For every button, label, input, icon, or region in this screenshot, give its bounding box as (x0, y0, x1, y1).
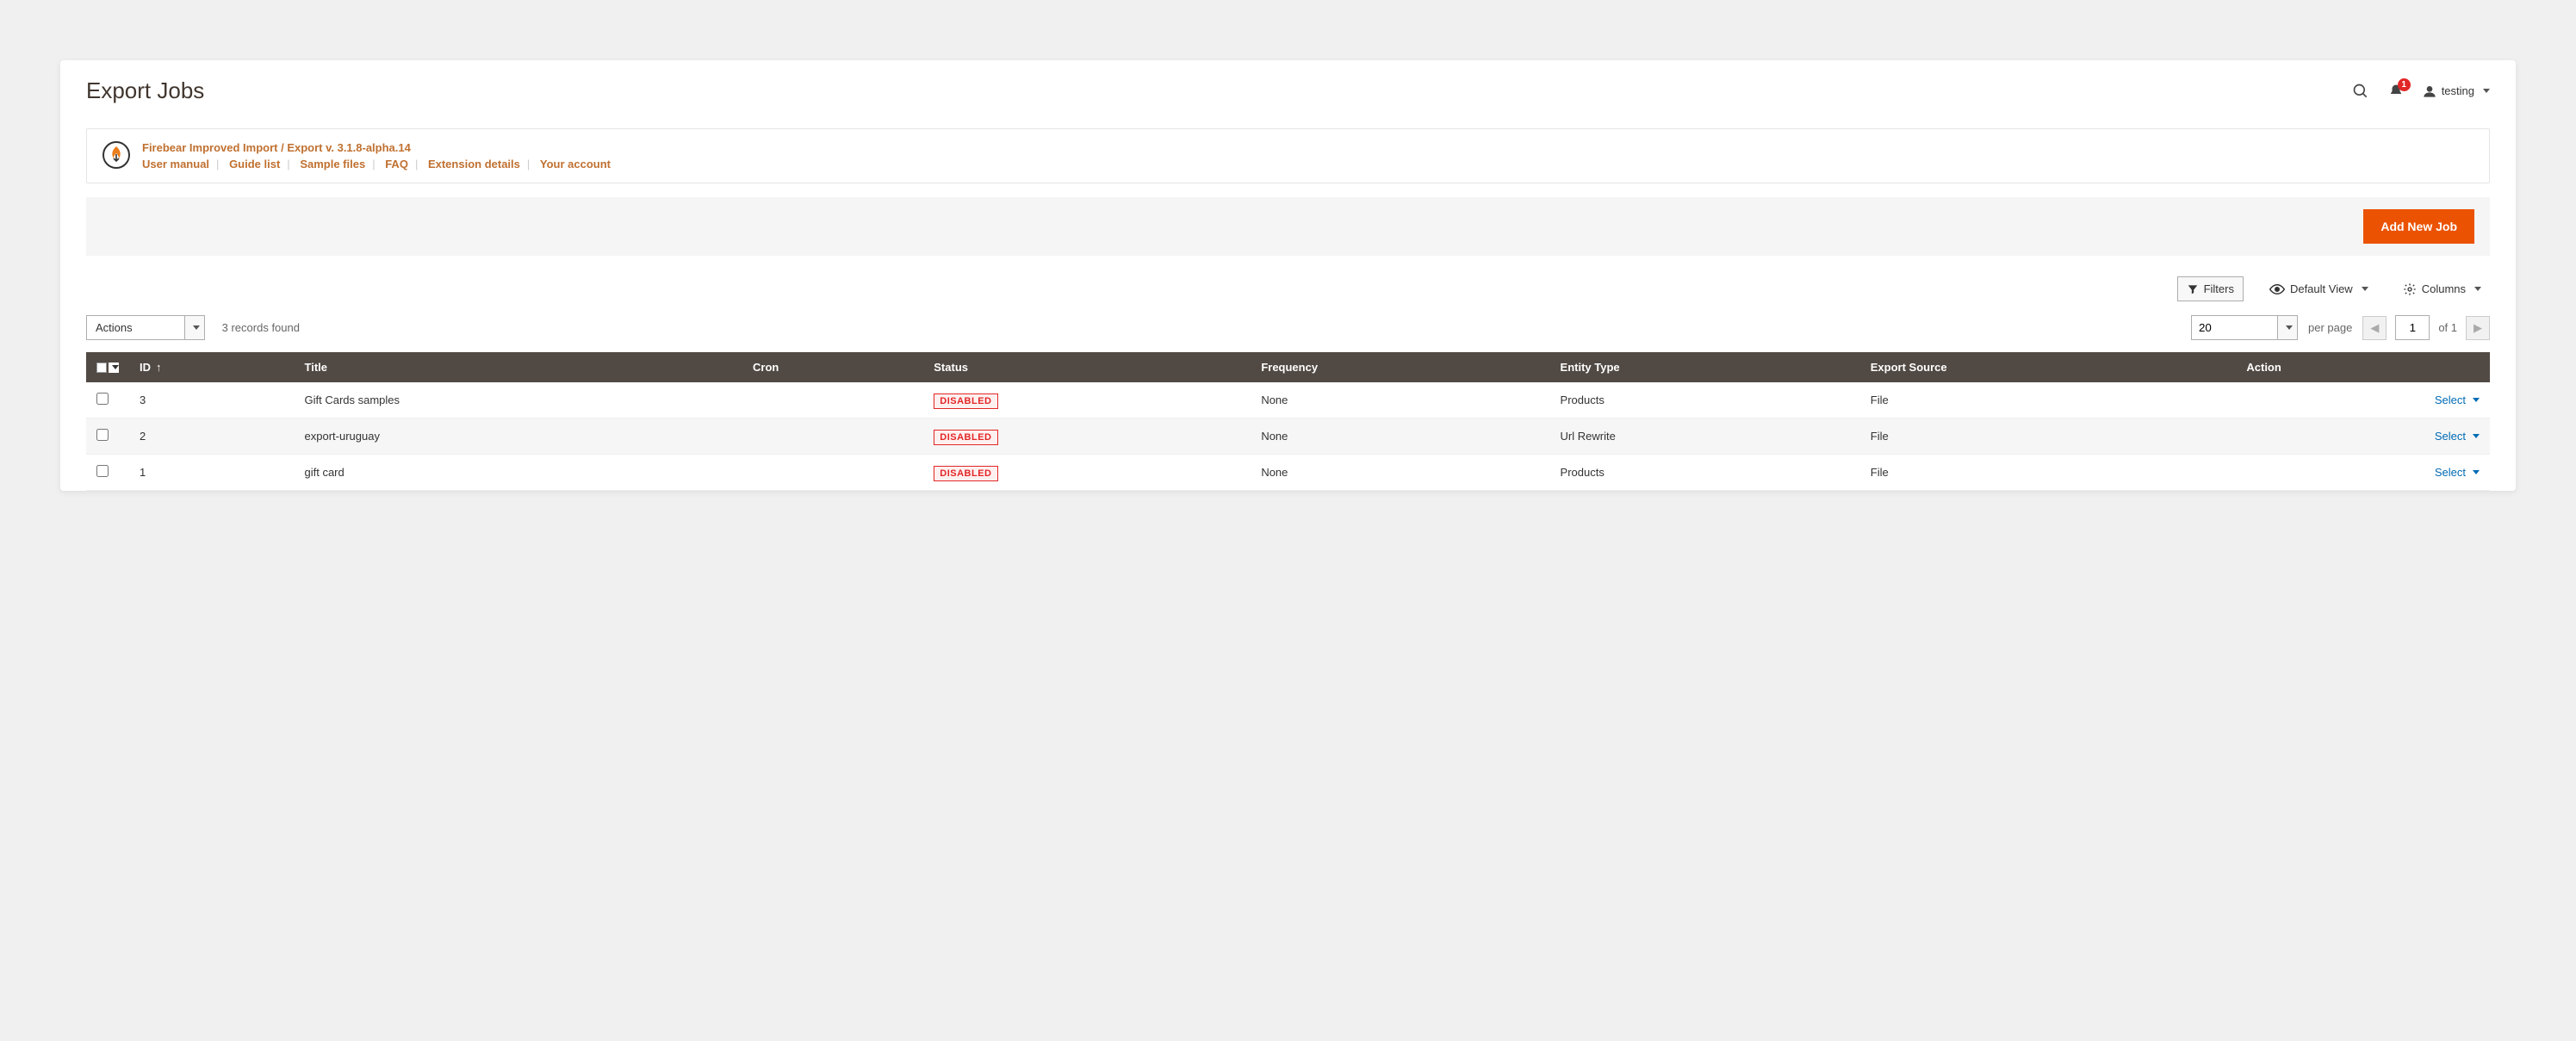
cell-title: export-uruguay (295, 418, 743, 455)
mass-actions-dropdown[interactable]: Actions (86, 315, 205, 340)
cell-id: 3 (129, 382, 295, 418)
cell-source: File (1860, 455, 2237, 491)
extension-title: Firebear Improved Import / Export v. 3.1… (142, 141, 611, 154)
prev-page-button[interactable]: ◀ (2362, 316, 2387, 340)
per-page-selector[interactable] (2191, 315, 2298, 340)
cell-id: 1 (129, 455, 295, 491)
notification-badge: 1 (2398, 78, 2411, 91)
row-select-action[interactable]: Select (2246, 430, 2480, 443)
col-select-all[interactable] (86, 352, 129, 382)
action-bar: Add New Job (86, 197, 2490, 256)
row-checkbox[interactable] (96, 429, 109, 441)
gear-icon (2403, 282, 2417, 296)
extension-links: User manual| Guide list| Sample files| F… (142, 158, 611, 170)
col-action: Action (2236, 352, 2490, 382)
cell-entity: Products (1550, 455, 1860, 491)
cell-entity: Products (1550, 382, 1860, 418)
default-view-button[interactable]: Default View (2261, 277, 2377, 301)
eye-icon (2269, 283, 2285, 295)
per-page-label: per page (2308, 321, 2352, 334)
status-badge: DISABLED (934, 466, 997, 481)
col-id[interactable]: ID↑ (129, 352, 295, 382)
cell-frequency: None (1251, 418, 1549, 455)
row-checkbox[interactable] (96, 393, 109, 405)
firebear-logo-icon (102, 141, 130, 169)
status-badge: DISABLED (934, 393, 997, 409)
default-view-label: Default View (2290, 282, 2353, 295)
cell-title: gift card (295, 455, 743, 491)
per-page-input[interactable] (2191, 315, 2277, 340)
chevron-down-icon[interactable] (184, 315, 205, 340)
link-guide-list[interactable]: Guide list (229, 158, 280, 170)
cell-title: Gift Cards samples (295, 382, 743, 418)
link-extension-details[interactable]: Extension details (428, 158, 520, 170)
cell-source: File (1860, 382, 2237, 418)
notifications-icon[interactable]: 1 (2388, 84, 2404, 99)
mass-actions-label: Actions (86, 315, 184, 340)
sort-asc-icon: ↑ (156, 361, 162, 374)
status-badge: DISABLED (934, 430, 997, 445)
cell-cron (742, 418, 923, 455)
next-page-button[interactable]: ▶ (2466, 316, 2490, 340)
extension-info-text: Firebear Improved Import / Export v. 3.1… (142, 141, 611, 170)
cell-frequency: None (1251, 455, 1549, 491)
link-user-manual[interactable]: User manual (142, 158, 209, 170)
user-icon (2423, 84, 2436, 98)
user-name: testing (2442, 84, 2474, 97)
col-entity[interactable]: Entity Type (1550, 352, 1860, 382)
page-input[interactable] (2395, 315, 2430, 340)
page-of-label: of 1 (2438, 321, 2457, 334)
funnel-icon (2187, 283, 2199, 295)
grid-controls: Actions 3 records found per page ◀ of 1 … (86, 315, 2490, 340)
col-cron[interactable]: Cron (742, 352, 923, 382)
columns-button[interactable]: Columns (2394, 277, 2490, 301)
col-status[interactable]: Status (923, 352, 1251, 382)
user-menu[interactable]: testing (2423, 84, 2490, 98)
search-icon[interactable] (2352, 83, 2369, 100)
row-checkbox[interactable] (96, 465, 109, 477)
admin-panel: Export Jobs 1 testing Firebear Improved … (60, 60, 2516, 491)
row-select-action[interactable]: Select (2246, 466, 2480, 479)
filters-label: Filters (2204, 282, 2234, 295)
link-sample-files[interactable]: Sample files (300, 158, 365, 170)
header-actions: 1 testing (2352, 83, 2490, 100)
cell-entity: Url Rewrite (1550, 418, 1860, 455)
jobs-grid: ID↑ Title Cron Status Frequency Entity T… (86, 352, 2490, 491)
table-row: 1 gift card DISABLED None Products File … (86, 455, 2490, 491)
table-row: 2 export-uruguay DISABLED None Url Rewri… (86, 418, 2490, 455)
records-count: 3 records found (222, 321, 300, 334)
cell-frequency: None (1251, 382, 1549, 418)
cell-source: File (1860, 418, 2237, 455)
grid-body: 3 Gift Cards samples DISABLED None Produ… (86, 382, 2490, 491)
pager: ◀ of 1 ▶ (2362, 315, 2490, 340)
filters-button[interactable]: Filters (2177, 276, 2244, 301)
chevron-down-icon (2474, 287, 2481, 291)
chevron-down-icon (2483, 89, 2490, 93)
row-select-action[interactable]: Select (2246, 393, 2480, 406)
page-title: Export Jobs (86, 77, 204, 104)
link-your-account[interactable]: Your account (540, 158, 611, 170)
cell-id: 2 (129, 418, 295, 455)
table-row: 3 Gift Cards samples DISABLED None Produ… (86, 382, 2490, 418)
link-faq[interactable]: FAQ (385, 158, 408, 170)
extension-info: Firebear Improved Import / Export v. 3.1… (86, 128, 2490, 183)
chevron-down-icon (2362, 287, 2368, 291)
cell-cron (742, 455, 923, 491)
col-title[interactable]: Title (295, 352, 743, 382)
columns-label: Columns (2422, 282, 2466, 295)
col-source[interactable]: Export Source (1860, 352, 2237, 382)
page-header: Export Jobs 1 testing (60, 60, 2516, 113)
add-new-job-button[interactable]: Add New Job (2363, 209, 2474, 244)
chevron-down-icon[interactable] (2277, 315, 2298, 340)
col-frequency[interactable]: Frequency (1251, 352, 1549, 382)
grid-toolbar: Filters Default View Columns (86, 276, 2490, 301)
cell-cron (742, 382, 923, 418)
